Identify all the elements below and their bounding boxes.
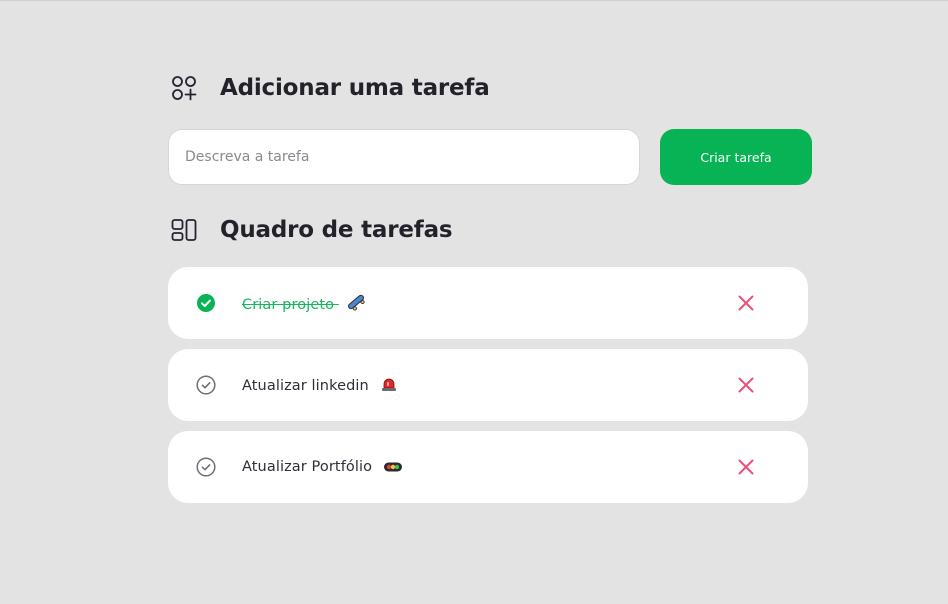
close-icon[interactable] <box>736 457 756 477</box>
board-layout-icon <box>171 219 197 241</box>
check-circle-outline-icon[interactable] <box>196 375 216 395</box>
task-label: Atualizar linkedin <box>242 376 398 394</box>
task-description-input[interactable] <box>168 129 640 185</box>
close-icon[interactable] <box>736 375 756 395</box>
add-task-title: Adicionar uma tarefa <box>220 75 490 101</box>
traffic-light-emoji-icon <box>383 462 402 472</box>
task-list: Criar projeto Atualizar linkedin Atualiz… <box>168 267 808 513</box>
task-text: Atualizar linkedin <box>242 378 369 394</box>
skateboard-emoji-icon <box>347 294 365 311</box>
check-circle-filled-icon[interactable] <box>196 293 216 313</box>
task-card: Atualizar linkedin <box>168 349 808 421</box>
task-card: Criar projeto <box>168 267 808 339</box>
task-board-header: Quadro de tarefas <box>170 216 453 244</box>
task-label: Atualizar Portfólio <box>242 459 403 475</box>
add-task-header: Adicionar uma tarefa <box>170 74 490 102</box>
task-text: Criar projeto <box>242 297 335 313</box>
task-label: Criar projeto <box>242 293 367 313</box>
task-board-title: Quadro de tarefas <box>220 217 453 243</box>
close-icon[interactable] <box>736 293 756 313</box>
add-apps-icon <box>172 76 197 101</box>
task-text: Atualizar Portfólio <box>242 459 373 475</box>
check-circle-outline-icon[interactable] <box>196 457 216 477</box>
create-task-button[interactable]: Criar tarefa <box>660 129 812 185</box>
task-card: Atualizar Portfólio <box>168 431 808 503</box>
siren-emoji-icon <box>381 378 396 391</box>
